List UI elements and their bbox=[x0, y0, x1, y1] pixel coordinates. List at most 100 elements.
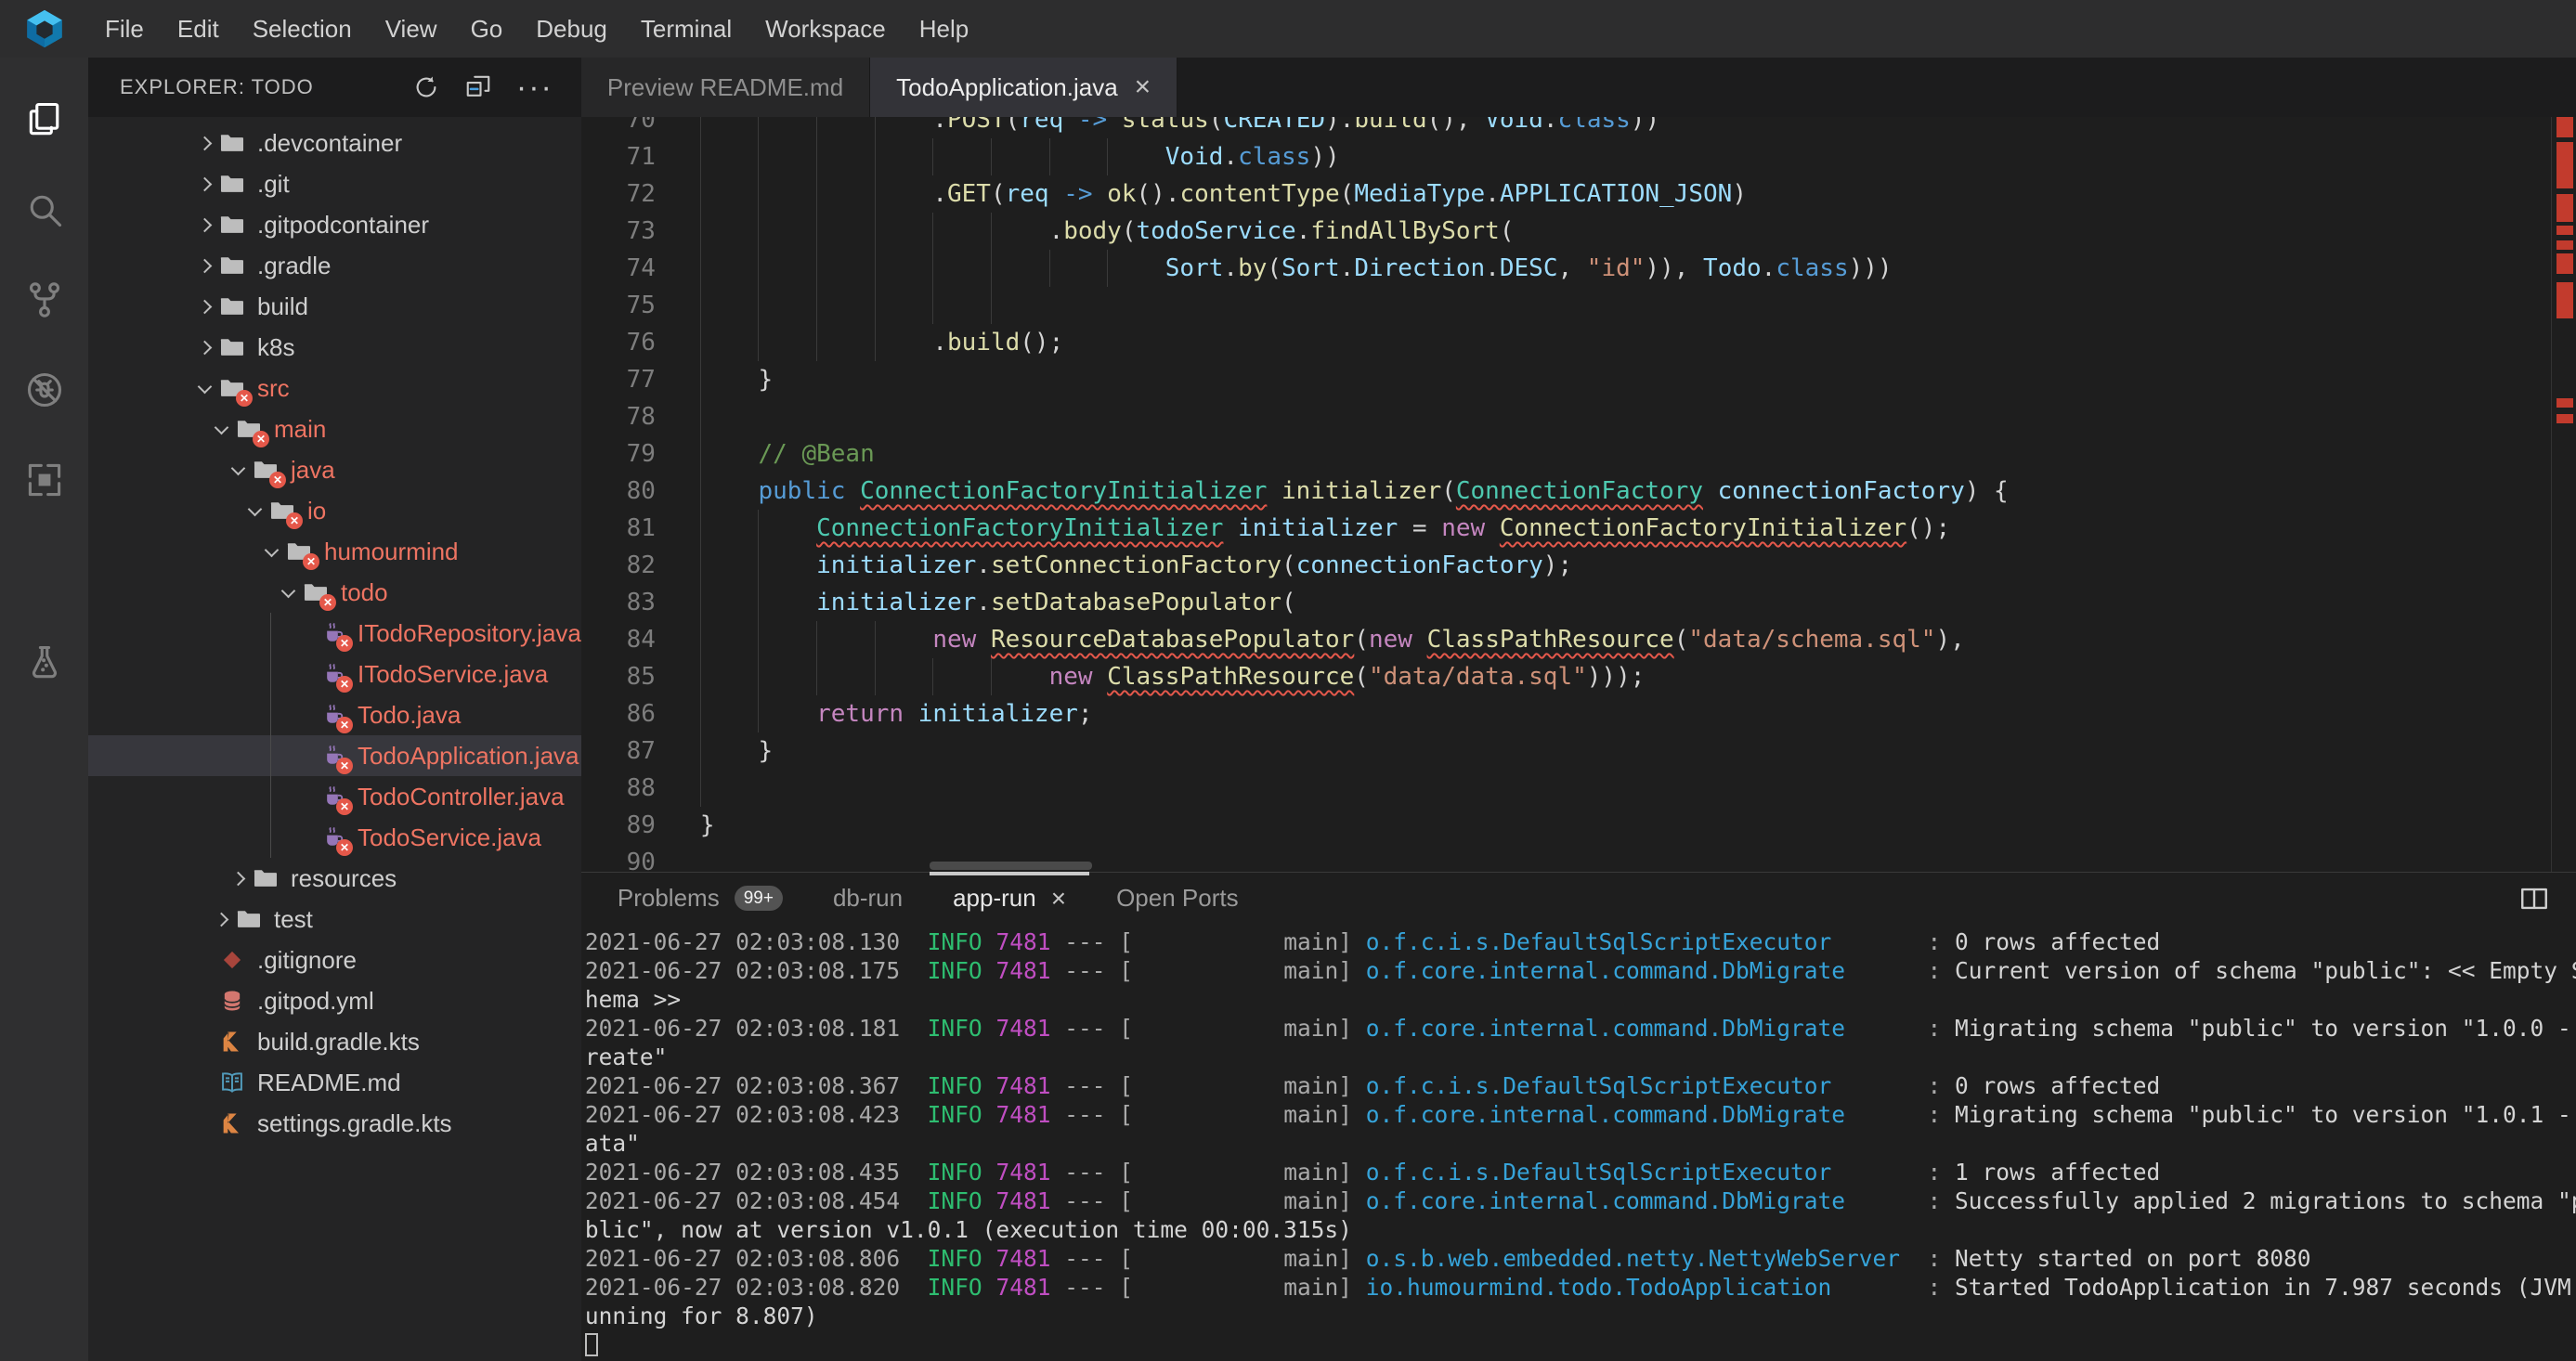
tree-item-io[interactable]: ✕io bbox=[88, 490, 581, 531]
tree-item-label: io bbox=[307, 497, 326, 525]
tree-item-todo[interactable]: ✕todo bbox=[88, 572, 581, 613]
menu-help[interactable]: Help bbox=[903, 15, 985, 43]
terminal-segment: --- [ main] bbox=[1050, 1274, 1365, 1301]
explorer-header: EXPLORER: TODO ··· bbox=[88, 58, 581, 117]
code-token: ( bbox=[1209, 117, 1224, 134]
tree-item--gitpod-yml[interactable]: .gitpod.yml bbox=[88, 980, 581, 1021]
error-mark bbox=[2556, 253, 2573, 274]
tree-item-build-gradle-kts[interactable]: build.gradle.kts bbox=[88, 1021, 581, 1062]
chevron-right-icon bbox=[190, 179, 218, 189]
panel-tab-open-ports[interactable]: Open Ports bbox=[1091, 873, 1264, 924]
close-icon[interactable]: × bbox=[1135, 71, 1151, 103]
search-icon[interactable] bbox=[0, 164, 88, 254]
code-token: )) bbox=[1310, 143, 1339, 171]
code-token: (). bbox=[1137, 180, 1180, 208]
plugin-icon[interactable] bbox=[0, 434, 88, 525]
indent-guide bbox=[758, 695, 759, 732]
tree-item-main[interactable]: ✕main bbox=[88, 408, 581, 449]
code-token: = bbox=[1398, 514, 1441, 542]
tree-item-todo-java[interactable]: ✕Todo.java bbox=[88, 694, 581, 735]
terminal-segment: : bbox=[1831, 1159, 1955, 1186]
tree-item-settings-gradle-kts[interactable]: settings.gradle.kts bbox=[88, 1103, 581, 1144]
tree-item-humourmind[interactable]: ✕humourmind bbox=[88, 531, 581, 572]
tree-item-test[interactable]: test bbox=[88, 899, 581, 940]
tree-item-resources[interactable]: resources bbox=[88, 858, 581, 899]
debug-disabled-icon[interactable] bbox=[0, 344, 88, 434]
error-mark bbox=[2556, 282, 2573, 318]
workbench-body: EXPLORER: TODO ··· .devcontainer.git.git… bbox=[0, 58, 2576, 1361]
code-token: } bbox=[700, 811, 715, 839]
indent-guide bbox=[758, 250, 759, 287]
terminal-segment: INFO bbox=[928, 1015, 982, 1042]
code-token: } bbox=[759, 737, 774, 765]
tree-item--git[interactable]: .git bbox=[88, 163, 581, 204]
folder-icon bbox=[218, 170, 246, 198]
error-badge: ✕ bbox=[236, 390, 253, 407]
tree-item--gradle[interactable]: .gradle bbox=[88, 245, 581, 286]
tree-item-itodoservice-java[interactable]: ✕ITodoService.java bbox=[88, 654, 581, 694]
tree-item-readme-md[interactable]: README.md bbox=[88, 1062, 581, 1103]
tree-item-todoservice-java[interactable]: ✕TodoService.java bbox=[88, 817, 581, 858]
menu-workspace[interactable]: Workspace bbox=[748, 15, 903, 43]
tree-item-todoapplication-java[interactable]: ✕TodoApplication.java bbox=[88, 735, 581, 776]
terminal-segment: Migrating schema "public" to version "1.… bbox=[1955, 1101, 2576, 1128]
tree-item--devcontainer[interactable]: .devcontainer bbox=[88, 123, 581, 163]
split-panel-icon[interactable] bbox=[2518, 873, 2550, 924]
panel-tab-problems[interactable]: Problems99+ bbox=[592, 873, 808, 924]
horizontal-scrollbar[interactable] bbox=[930, 862, 1092, 870]
code-token: )) bbox=[1631, 117, 1659, 134]
tree-item-k8s[interactable]: k8s bbox=[88, 327, 581, 368]
panel-tab-app-run[interactable]: app-run× bbox=[928, 873, 1091, 924]
files-icon[interactable] bbox=[0, 74, 88, 164]
tree-item-label: ITodoService.java bbox=[358, 660, 548, 689]
tree-item-build[interactable]: build bbox=[88, 286, 581, 327]
tree-item-todocontroller-java[interactable]: ✕TodoController.java bbox=[88, 776, 581, 817]
menu-debug[interactable]: Debug bbox=[519, 15, 624, 43]
tree-item-label: build.gradle.kts bbox=[257, 1028, 420, 1056]
collapse-all-icon[interactable] bbox=[464, 73, 492, 101]
test-flask-icon[interactable] bbox=[0, 617, 88, 707]
terminal-segment bbox=[982, 1159, 996, 1186]
code-token: by bbox=[1238, 254, 1267, 282]
menu-view[interactable]: View bbox=[369, 15, 454, 43]
code-token: . bbox=[976, 551, 991, 579]
menu-edit[interactable]: Edit bbox=[161, 15, 236, 43]
terminal-segment: 2021-06-27 02:03:08.806 bbox=[585, 1245, 900, 1272]
indent-guide bbox=[816, 250, 817, 287]
panel-tab-db-run[interactable]: db-run bbox=[808, 873, 928, 924]
terminal-segment: o.f.core.internal.command.DbMigrate bbox=[1366, 957, 1845, 984]
tree-item-java[interactable]: ✕java bbox=[88, 449, 581, 490]
error-mark bbox=[2556, 226, 2573, 235]
folder-icon: ✕ bbox=[285, 538, 313, 565]
menu-terminal[interactable]: Terminal bbox=[624, 15, 748, 43]
tree-item-src[interactable]: ✕src bbox=[88, 368, 581, 408]
gitpod-logo-icon[interactable] bbox=[0, 0, 88, 58]
code-line-79: 79 // @Bean bbox=[581, 435, 2539, 473]
code-token bbox=[1703, 477, 1718, 505]
code-token: ) { bbox=[1965, 477, 2009, 505]
code-editor: 70 .POST(req -> status(CREATED).build(),… bbox=[581, 117, 2576, 872]
code-token: ConnectionFactoryInitializer bbox=[816, 514, 1223, 542]
folder-icon bbox=[218, 292, 246, 320]
menu-go[interactable]: Go bbox=[454, 15, 520, 43]
editor-tab-todoapplication-java[interactable]: TodoApplication.java× bbox=[870, 58, 1177, 117]
overview-ruler[interactable] bbox=[2551, 117, 2576, 872]
code-token: (); bbox=[1020, 329, 1063, 356]
more-actions-icon[interactable]: ··· bbox=[516, 83, 553, 92]
source-control-icon[interactable] bbox=[0, 254, 88, 344]
refresh-icon[interactable] bbox=[412, 73, 440, 101]
indent-guide bbox=[875, 117, 876, 138]
menu-selection[interactable]: Selection bbox=[236, 15, 369, 43]
tree-item--gitpodcontainer[interactable]: .gitpodcontainer bbox=[88, 204, 581, 245]
tree-item--gitignore[interactable]: .gitignore bbox=[88, 940, 581, 980]
indent-guide bbox=[875, 250, 876, 287]
tree-item-itodorepository-java[interactable]: ✕ITodoRepository.java bbox=[88, 613, 581, 654]
menu-file[interactable]: File bbox=[88, 15, 161, 43]
panel-tab-label: Problems bbox=[618, 884, 720, 913]
code-token: ( bbox=[1354, 663, 1369, 691]
close-icon[interactable]: × bbox=[1051, 884, 1066, 914]
java-file-icon: ✕ bbox=[319, 619, 346, 647]
code-token: CREATED bbox=[1223, 117, 1325, 134]
editor-tab-preview-readme-md[interactable]: Preview README.md bbox=[581, 58, 870, 117]
code-line-83: 83 initializer.setDatabasePopulator( bbox=[581, 584, 2539, 621]
